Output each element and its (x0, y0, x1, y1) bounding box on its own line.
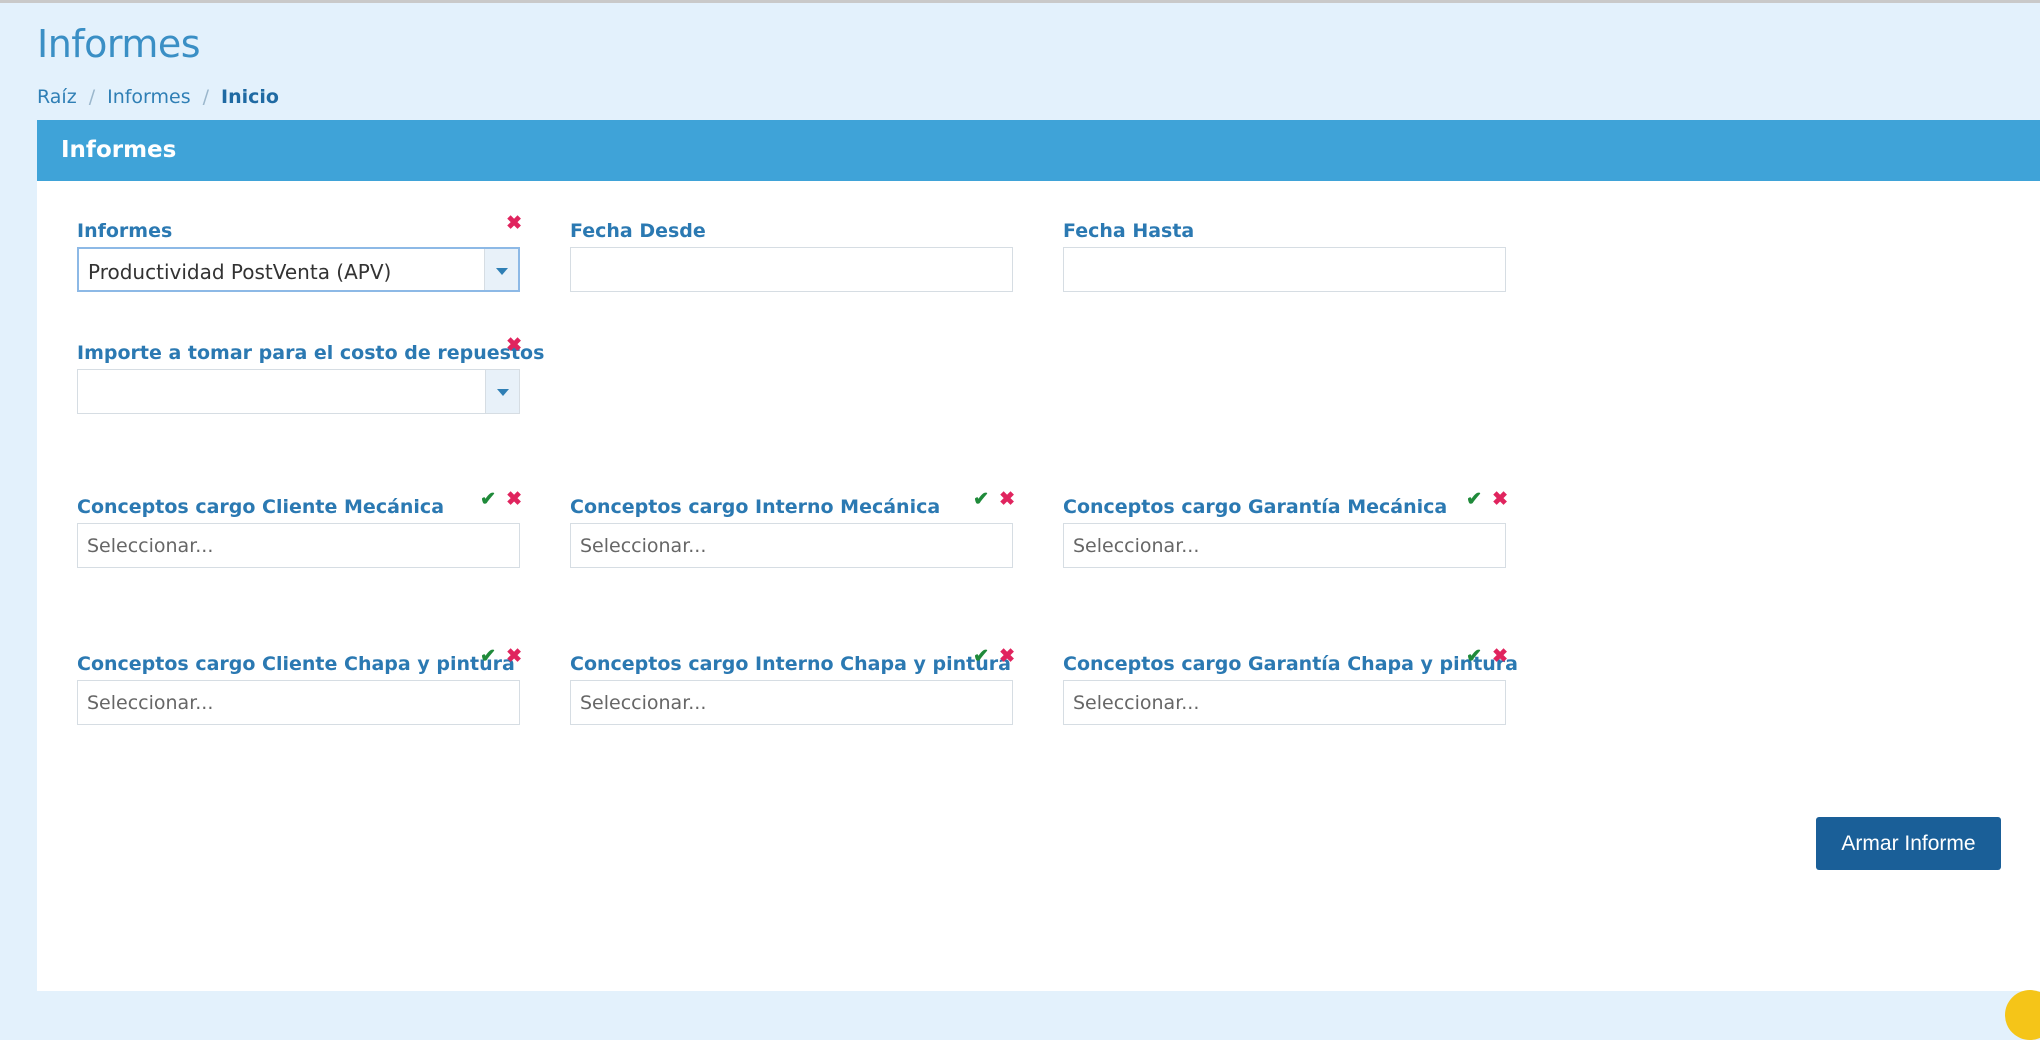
clear-icon[interactable]: ✖ (506, 335, 522, 356)
clear-icon[interactable]: ✖ (999, 489, 1015, 510)
informes-select[interactable]: Productividad PostVenta (APV) (77, 247, 520, 292)
breadcrumb-current: Inicio (221, 86, 279, 108)
breadcrumb-item-informes[interactable]: Informes (107, 86, 191, 108)
chevron-down-icon (497, 389, 509, 396)
informes-panel: Informes Informes ✖ Productividad PostVe… (37, 120, 2040, 991)
field-actions: ✔ ✖ (1466, 645, 1508, 668)
informes-label: Informes (77, 220, 173, 242)
page-title: Informes (37, 22, 201, 66)
interno-mecanica-select[interactable]: Seleccionar... (570, 523, 1013, 568)
informes-select-value: Productividad PostVenta (APV) (88, 260, 392, 284)
panel-title: Informes (61, 137, 177, 163)
window-top-border (0, 0, 2040, 3)
garantia-mecanica-select[interactable]: Seleccionar... (1063, 523, 1506, 568)
clear-icon[interactable]: ✖ (506, 489, 522, 510)
field-actions: ✔ ✖ (973, 645, 1015, 668)
dropdown-toggle[interactable] (484, 249, 518, 290)
check-icon[interactable]: ✔ (1466, 489, 1482, 510)
breadcrumb: Raíz / Informes / Inicio (37, 86, 279, 108)
cliente-mecanica-label: Conceptos cargo Cliente Mecánica (77, 496, 445, 518)
breadcrumb-item-raiz[interactable]: Raíz (37, 86, 77, 108)
garantia-chapa-label: Conceptos cargo Garantía Chapa y pintura (1063, 653, 1518, 675)
field-actions: ✔ ✖ (480, 645, 522, 668)
help-badge[interactable] (2005, 990, 2040, 1040)
clear-icon[interactable]: ✖ (1492, 489, 1508, 510)
cliente-mecanica-placeholder: Seleccionar... (87, 535, 214, 557)
cliente-mecanica-select[interactable]: Seleccionar... (77, 523, 520, 568)
cliente-chapa-select[interactable]: Seleccionar... (77, 680, 520, 725)
breadcrumb-separator: / (88, 86, 96, 108)
clear-icon[interactable]: ✖ (506, 213, 522, 234)
cliente-chapa-placeholder: Seleccionar... (87, 692, 214, 714)
fecha-hasta-label: Fecha Hasta (1063, 220, 1195, 242)
armar-informe-button[interactable]: Armar Informe (1816, 817, 2001, 870)
field-actions: ✔ ✖ (973, 488, 1015, 511)
garantia-chapa-select[interactable]: Seleccionar... (1063, 680, 1506, 725)
check-icon[interactable]: ✔ (1466, 646, 1482, 667)
clear-icon[interactable]: ✖ (506, 646, 522, 667)
field-actions: ✔ ✖ (1466, 488, 1508, 511)
garantia-chapa-placeholder: Seleccionar... (1073, 692, 1200, 714)
breadcrumb-separator: / (202, 86, 210, 108)
interno-chapa-select[interactable]: Seleccionar... (570, 680, 1013, 725)
field-actions: ✖ (496, 212, 522, 235)
check-icon[interactable]: ✔ (480, 646, 496, 667)
field-actions: ✔ ✖ (480, 488, 522, 511)
check-icon[interactable]: ✔ (973, 489, 989, 510)
fecha-desde-label: Fecha Desde (570, 220, 706, 242)
importe-select[interactable] (77, 369, 520, 414)
fecha-desde-input[interactable] (570, 247, 1013, 292)
panel-header: Informes (37, 120, 2040, 181)
clear-icon[interactable]: ✖ (1492, 646, 1508, 667)
check-icon[interactable]: ✔ (973, 646, 989, 667)
dropdown-toggle[interactable] (485, 370, 519, 413)
field-actions: ✖ (496, 334, 522, 357)
chevron-down-icon (496, 268, 508, 275)
clear-icon[interactable]: ✖ (999, 646, 1015, 667)
garantia-mecanica-placeholder: Seleccionar... (1073, 535, 1200, 557)
interno-mecanica-placeholder: Seleccionar... (580, 535, 707, 557)
check-icon[interactable]: ✔ (480, 489, 496, 510)
interno-chapa-label: Conceptos cargo Interno Chapa y pintura (570, 653, 1011, 675)
garantia-mecanica-label: Conceptos cargo Garantía Mecánica (1063, 496, 1448, 518)
importe-label: Importe a tomar para el costo de repuest… (77, 342, 545, 364)
cliente-chapa-label: Conceptos cargo Cliente Chapa y pintura (77, 653, 515, 675)
interno-mecanica-label: Conceptos cargo Interno Mecánica (570, 496, 941, 518)
interno-chapa-placeholder: Seleccionar... (580, 692, 707, 714)
fecha-hasta-input[interactable] (1063, 247, 1506, 292)
